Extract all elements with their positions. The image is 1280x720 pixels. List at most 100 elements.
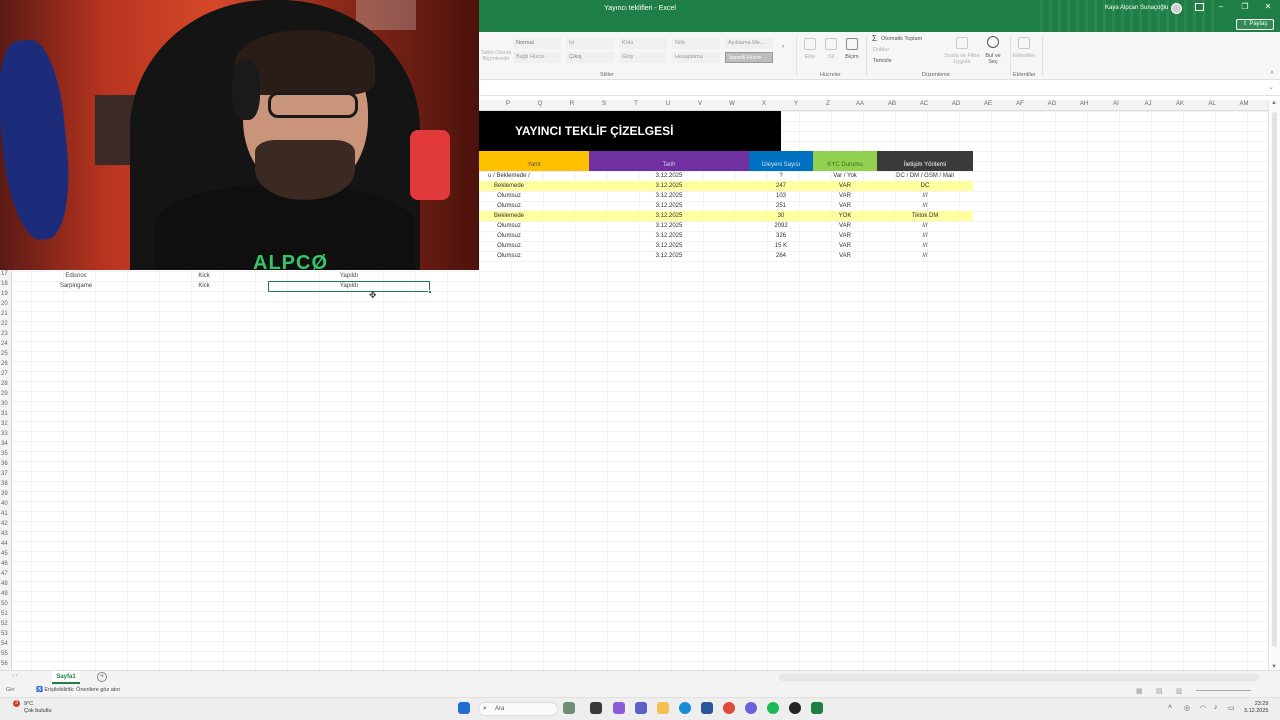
obs-icon[interactable] — [789, 702, 801, 714]
maximize-button[interactable]: ❐ — [1238, 2, 1252, 11]
table-cell-kyc[interactable]: Var / Yok — [813, 171, 877, 181]
row-header[interactable]: 21 — [1, 311, 11, 317]
zoom-slider[interactable] — [1196, 690, 1251, 691]
row-header[interactable]: 37 — [1, 471, 11, 477]
table-cell-izleyici[interactable]: 247 — [749, 181, 813, 191]
row-header[interactable]: 20 — [1, 301, 11, 307]
style-neutral[interactable]: Nötr — [672, 38, 720, 49]
table-cell-tarih[interactable]: 3.12.2025 — [589, 221, 749, 231]
header-yanit[interactable]: Yanıt — [479, 151, 589, 171]
table-cell-name[interactable]: Edisnos — [12, 271, 140, 281]
row-header[interactable]: 28 — [1, 381, 11, 387]
battery-icon[interactable]: ▭ — [1228, 704, 1235, 712]
sheet-title[interactable]: YAYINCI TEKLİF ÇİZELGESİ — [479, 111, 781, 151]
user-avatar[interactable] — [1171, 3, 1182, 14]
row-header[interactable]: 55 — [1, 651, 11, 657]
column-header[interactable]: AG — [1036, 101, 1068, 107]
chevron-down-icon[interactable]: ⌄ — [1268, 83, 1274, 91]
row-header[interactable]: 18 — [1, 281, 11, 287]
format-cells-button[interactable]: Biçim — [842, 54, 862, 60]
page-layout-icon[interactable]: ▤ — [1156, 687, 1163, 695]
row-header[interactable]: 43 — [1, 531, 11, 537]
table-cell-tarih[interactable]: 3.12.2025 — [589, 171, 749, 181]
table-cell-iletisim[interactable]: /// — [877, 231, 973, 241]
table-cell-yanit[interactable]: Olumsuz — [479, 221, 539, 231]
row-header[interactable]: 33 — [1, 431, 11, 437]
task-view-icon[interactable] — [590, 702, 602, 714]
column-header[interactable]: AK — [1164, 101, 1196, 107]
column-header[interactable]: Z — [812, 101, 844, 107]
edge-icon[interactable] — [679, 702, 691, 714]
table-cell-yanit[interactable]: Olumsuz — [479, 251, 539, 261]
table-cell-izleyici[interactable]: 251 — [749, 201, 813, 211]
chrome-icon[interactable] — [723, 702, 735, 714]
column-header[interactable]: Y — [780, 101, 812, 107]
horizontal-scrollbar[interactable] — [779, 674, 1259, 681]
row-header[interactable]: 54 — [1, 641, 11, 647]
sort-filter-button[interactable]: Sırala ve Filtre Uygula — [942, 53, 982, 65]
column-header[interactable]: W — [716, 101, 748, 107]
row-header[interactable]: 23 — [1, 331, 11, 337]
table-cell-iletisim[interactable]: /// — [877, 251, 973, 261]
row-header[interactable]: 48 — [1, 581, 11, 587]
row-header[interactable]: 53 — [1, 631, 11, 637]
row-header[interactable]: 40 — [1, 501, 11, 507]
table-cell-tarih[interactable]: 3.12.2025 — [589, 231, 749, 241]
table-cell-iletisim[interactable]: /// — [877, 201, 973, 211]
row-header[interactable]: 49 — [1, 591, 11, 597]
spotify-icon[interactable] — [767, 702, 779, 714]
table-cell-izleyici[interactable]: 264 — [749, 251, 813, 261]
row-header[interactable]: 34 — [1, 441, 11, 447]
row-header[interactable]: 41 — [1, 511, 11, 517]
table-cell-yanit[interactable]: Olumsuz — [479, 201, 539, 211]
share-button[interactable]: ⇧ Paylaş — [1236, 19, 1274, 30]
minimize-button[interactable]: – — [1214, 2, 1228, 11]
table-cell-name[interactable]: Sarpingame — [12, 281, 140, 291]
style-good[interactable]: İyi — [566, 38, 614, 49]
row-header[interactable]: 27 — [1, 371, 11, 377]
table-cell-kyc[interactable]: VAR — [813, 231, 877, 241]
header-iletisim[interactable]: İletişim Yöntemi — [877, 151, 973, 171]
table-cell-iletisim[interactable]: /// — [877, 241, 973, 251]
fill-button[interactable]: Doldur — [873, 47, 933, 53]
row-header[interactable]: 22 — [1, 321, 11, 327]
row-header[interactable]: 52 — [1, 621, 11, 627]
collapse-ribbon-icon[interactable]: ˄ — [1268, 70, 1276, 76]
column-header[interactable]: P — [492, 101, 524, 107]
column-header[interactable]: AJ — [1132, 101, 1164, 107]
windows-start-icon[interactable] — [458, 702, 470, 714]
table-cell-tarih[interactable]: 3.12.2025 — [589, 251, 749, 261]
table-cell-izleyici[interactable]: 2092 — [749, 221, 813, 231]
row-header[interactable]: 42 — [1, 521, 11, 527]
row-header[interactable]: 29 — [1, 391, 11, 397]
row-header[interactable]: 45 — [1, 551, 11, 557]
taskbar-search[interactable]: ⌕ Ara — [478, 702, 558, 716]
row-header[interactable]: 36 — [1, 461, 11, 467]
table-cell-yanit[interactable]: Olumsuz — [479, 231, 539, 241]
column-header[interactable]: AL — [1196, 101, 1228, 107]
discord-icon[interactable] — [745, 702, 757, 714]
accessibility-status[interactable]: ♿ Erişilebilirlik: Önerilere göz atın — [36, 687, 120, 693]
table-cell-yanit[interactable]: Beklemede — [479, 181, 539, 191]
table-cell-yanit[interactable]: Olumsuz — [479, 241, 539, 251]
table-cell-iletisim[interactable]: DC — [877, 181, 973, 191]
style-output[interactable]: Çıkış — [566, 52, 614, 63]
taskbar-clock[interactable]: 23:29 3.12.2025 — [1244, 701, 1268, 715]
table-cell-kyc[interactable]: VAR — [813, 221, 877, 231]
table-cell-tarih[interactable]: 3.12.2025 — [589, 241, 749, 251]
row-header[interactable]: 26 — [1, 361, 11, 367]
style-check-cell[interactable]: İşaretli Hücre — [725, 52, 773, 63]
addins-button[interactable]: Eklentiler — [1010, 53, 1038, 59]
volume-icon[interactable]: ♪ — [1214, 704, 1218, 711]
column-header[interactable]: T — [620, 101, 652, 107]
column-header[interactable]: S — [588, 101, 620, 107]
wifi-icon[interactable]: ◠ — [1200, 704, 1206, 712]
row-header[interactable]: 35 — [1, 451, 11, 457]
style-bad[interactable]: Kötü — [619, 38, 667, 49]
column-header[interactable]: AC — [908, 101, 940, 107]
table-cell-tarih[interactable]: 3.12.2025 — [589, 181, 749, 191]
table-cell-izleyici[interactable]: 15 K — [749, 241, 813, 251]
column-header[interactable]: AI — [1100, 101, 1132, 107]
row-header[interactable]: 25 — [1, 351, 11, 357]
column-header[interactable]: AD — [940, 101, 972, 107]
